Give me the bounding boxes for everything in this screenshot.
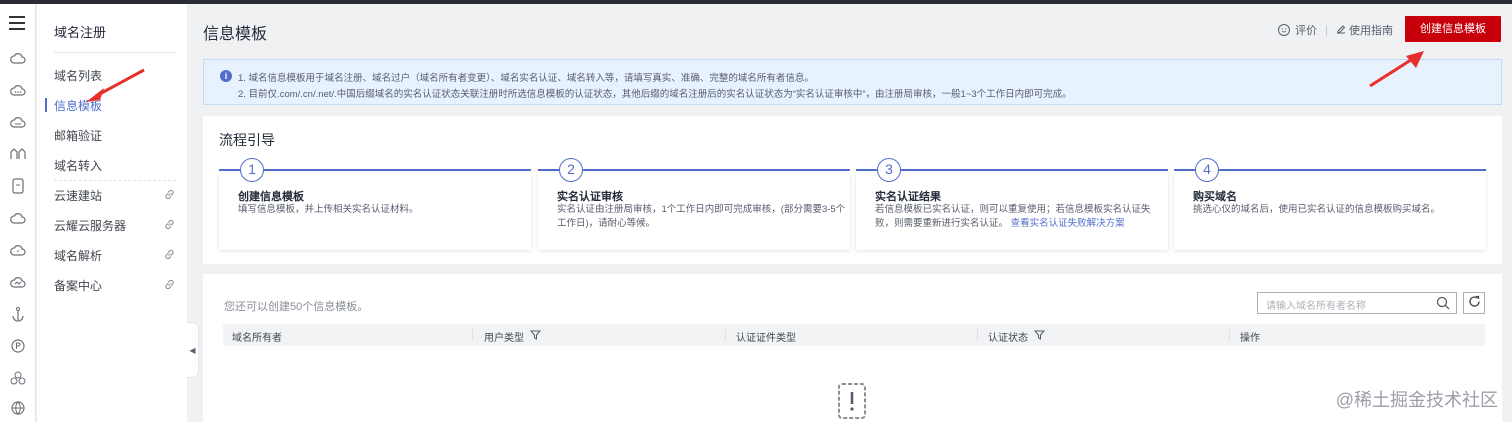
- guide-link[interactable]: 使用指南: [1349, 22, 1393, 38]
- quota-hint: 您还可以创建50个信息模板。: [224, 301, 369, 313]
- sidebar-item-dns[interactable]: 域名解析: [54, 248, 184, 264]
- main-content: 信息模板 评价 使用指南 创建信息模板 i 1. 域名信息模板用于域名注册、域名…: [188, 4, 1512, 422]
- page-title: 信息模板: [203, 26, 268, 43]
- filter-icon[interactable]: [529, 330, 542, 343]
- menu-icon[interactable]: [9, 16, 25, 30]
- step-number: 4: [1195, 158, 1219, 182]
- active-indicator: [45, 98, 47, 112]
- step-line: [219, 169, 531, 171]
- step-description: 实名认证由注册局审核，1个工作日内即可完成审核，(部分需要3-5个工作日)，请耐…: [557, 204, 846, 229]
- divider: [725, 329, 726, 341]
- step-description: 填写信息模板，并上传相关实名认证材料。: [238, 204, 419, 215]
- cloud-storage-icon[interactable]: [8, 112, 28, 132]
- step-line: [1174, 169, 1486, 171]
- step-title: 实名认证结果: [875, 191, 941, 203]
- column-auth-status: 认证状态: [988, 329, 1046, 344]
- divider: [54, 180, 176, 181]
- step-line: [538, 169, 850, 171]
- step-number: 2: [559, 158, 583, 182]
- column-owner: 域名所有者: [232, 333, 282, 344]
- step-4: 4 购买域名 挑选心仪的域名后，使用已实名认证的信息模板购买域名。: [1174, 156, 1486, 250]
- step-description: 若信息模板已实名认证，则可以重复使用；若信息模板实名认证失败，则需要重新进行实名…: [875, 204, 1151, 229]
- sidebar-item-info-template[interactable]: 信息模板: [54, 98, 184, 114]
- sidebar-title: 域名注册: [54, 25, 107, 40]
- sidebar-item-site-builder[interactable]: 云速建站: [54, 188, 184, 204]
- search-icon[interactable]: [1436, 296, 1450, 310]
- step-description: 挑选心仪的域名后，使用已实名认证的信息模板购买域名。: [1193, 204, 1441, 215]
- refresh-icon: [1468, 295, 1481, 311]
- watermark: @稀土掘金技术社区: [1335, 390, 1498, 410]
- rate-link[interactable]: 评价: [1295, 22, 1317, 38]
- anchor-icon[interactable]: [8, 304, 28, 324]
- sidebar: 域名注册 域名列表 信息模板 邮箱验证 域名转入 云速建站 云耀云服务器 域名解…: [37, 4, 187, 422]
- step-title: 实名认证审核: [557, 191, 623, 203]
- smile-icon[interactable]: [1278, 24, 1290, 36]
- step-title: 创建信息模板: [238, 191, 304, 203]
- service-rail: [0, 4, 36, 422]
- refresh-button[interactable]: [1463, 292, 1485, 314]
- step-title: 购买域名: [1193, 191, 1237, 203]
- divider: [1326, 24, 1327, 36]
- info-icon: i: [220, 70, 232, 82]
- external-link-icon: [164, 279, 176, 291]
- external-link-icon: [164, 219, 176, 231]
- column-cert-type: 认证证件类型: [736, 333, 796, 344]
- external-link-icon: [164, 249, 176, 261]
- p-circle-icon[interactable]: [8, 336, 28, 356]
- step-1: 1 创建信息模板 填写信息模板，并上传相关实名认证材料。: [219, 156, 531, 250]
- step-line: [856, 169, 1168, 171]
- failure-solution-link[interactable]: 查看实名认证失败解决方案: [1011, 218, 1125, 229]
- bridge-icon[interactable]: [8, 144, 28, 164]
- info-notice: i 1. 域名信息模板用于域名注册、域名过户（域名所有者变更）、域名实名认证、域…: [203, 59, 1502, 105]
- cloud-icon[interactable]: [8, 48, 28, 68]
- column-actions: 操作: [1240, 333, 1260, 344]
- owner-search-input[interactable]: 请输入域名所有者名称: [1257, 292, 1457, 314]
- process-guide-title: 流程引导: [219, 132, 275, 148]
- divider: [472, 329, 473, 341]
- external-link-icon: [164, 189, 176, 201]
- filter-icon[interactable]: [1033, 330, 1046, 343]
- globe-icon[interactable]: [8, 398, 28, 418]
- sidebar-item-icp[interactable]: 备案中心: [54, 278, 184, 294]
- step-number: 1: [240, 158, 264, 182]
- divider: [1229, 329, 1230, 341]
- cloud-server-icon[interactable]: [8, 240, 28, 260]
- create-template-button[interactable]: 创建信息模板: [1405, 16, 1501, 42]
- cloud-dots-icon[interactable]: [8, 80, 28, 100]
- sidebar-item-email-verify[interactable]: 邮箱验证: [54, 128, 184, 144]
- notice-line-1: 1. 域名信息模板用于域名注册、域名过户（域名所有者变更）、域名实名认证、域名转…: [238, 73, 814, 84]
- process-guide: 流程引导 1 创建信息模板 填写信息模板，并上传相关实名认证材料。 2 实名认证…: [203, 116, 1502, 264]
- sidebar-item-cloud-server[interactable]: 云耀云服务器: [54, 218, 184, 234]
- edit-icon: [1336, 24, 1346, 37]
- cloud-outline-icon[interactable]: [8, 208, 28, 228]
- device-icon[interactable]: [8, 176, 28, 196]
- step-3: 3 实名认证结果 若信息模板已实名认证，则可以重复使用；若信息模板实名认证失败，…: [856, 156, 1168, 250]
- table-header: 域名所有者 用户类型 认证证件类型 认证状态 操作: [223, 324, 1485, 346]
- step-number: 3: [877, 158, 901, 182]
- search-placeholder: 请输入域名所有者名称: [1266, 301, 1366, 312]
- step-2: 2 实名认证审核 实名认证由注册局审核，1个工作日内即可完成审核，(部分需要3-…: [538, 156, 850, 250]
- header-actions: 评价 使用指南: [1278, 22, 1393, 38]
- notice-line-2: 2. 目前仅.com/.cn/.net/.中国后缀域名的实名认证状态关联注册时所…: [238, 89, 1072, 100]
- sidebar-item-domain-transfer[interactable]: 域名转入: [54, 158, 184, 174]
- column-user-type: 用户类型: [484, 329, 542, 344]
- cluster-icon[interactable]: [8, 368, 28, 388]
- cloud-monitor-icon[interactable]: [8, 272, 28, 292]
- template-list: 您还可以创建50个信息模板。 请输入域名所有者名称 域名所有者 用户类型 认证证…: [203, 274, 1502, 422]
- divider: [54, 52, 176, 53]
- empty-state-icon: [833, 380, 873, 422]
- divider: [977, 329, 978, 341]
- sidebar-item-domain-list[interactable]: 域名列表: [54, 68, 184, 84]
